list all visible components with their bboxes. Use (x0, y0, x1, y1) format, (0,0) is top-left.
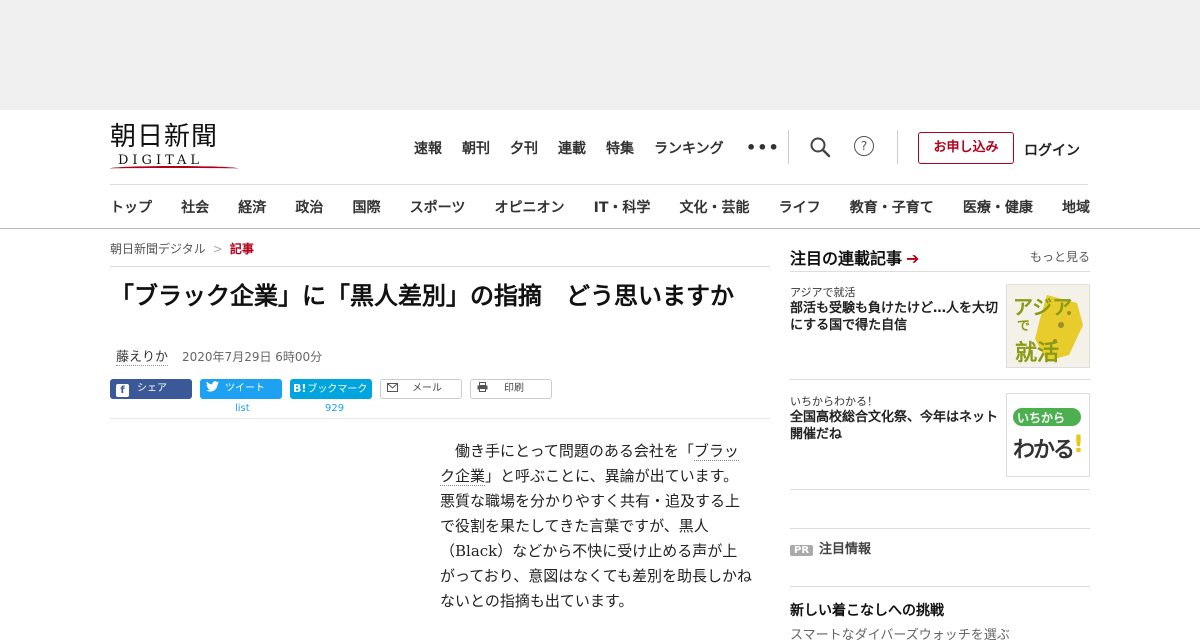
card-tag: いちからわかる！ (790, 395, 878, 408)
facebook-share-button[interactable]: f シェア (110, 379, 192, 399)
mail-icon (387, 380, 398, 398)
facebook-icon: f (116, 384, 129, 397)
facebook-share-label: シェア (137, 383, 167, 394)
pr-label: 注目情報 (819, 542, 872, 557)
cat-health[interactable]: 医療・健康 (963, 197, 1033, 217)
cat-sports[interactable]: スポーツ (410, 197, 466, 217)
divider (790, 379, 1090, 380)
hatena-bookmark-label: ブックマーク (307, 384, 368, 395)
pr-section-header: PR 注目情報 (790, 538, 871, 557)
category-nav: トップ 社会 経済 政治 国際 スポーツ オピニオン IT・科学 文化・芸能 ラ… (110, 197, 1090, 217)
divider (790, 271, 1090, 272)
thumb-text-3: 就活 (1015, 341, 1060, 366)
cat-culture[interactable]: 文化・芸能 (680, 197, 750, 217)
series-card[interactable]: アジアで就活 部活も受験も負けたけど…人を大切にする国で得た自信 アジア で 就… (790, 284, 1090, 368)
card-title: 全国高校総合文化祭、今年はネット開催だね (790, 410, 999, 442)
breadcrumb-home[interactable]: 朝日新聞デジタル (110, 242, 206, 256)
card-title: 部活も受験も負けたけど…人を大切にする国で得た自信 (790, 301, 999, 333)
thumb-text-1: いちから (1017, 411, 1066, 425)
divider (788, 130, 789, 164)
site-logo[interactable]: 朝日新聞 DIGITAL (110, 122, 240, 170)
twitter-icon (206, 379, 219, 399)
nav-choukan[interactable]: 朝刊 (462, 138, 490, 158)
article-title: 「ブラック企業」に「黒人差別」の指摘 どう思いますか (110, 282, 734, 310)
cat-it-science[interactable]: IT・科学 (594, 197, 651, 217)
site-header: 朝日新聞 DIGITAL 速報 朝刊 夕刊 連載 特集 ランキング ••• ? … (0, 110, 1200, 229)
thumb-text-2: わかる (1013, 438, 1075, 463)
arrow-right-icon: ➔ (906, 249, 920, 268)
login-link[interactable]: ログイン (1024, 140, 1080, 160)
print-label: 印刷 (504, 383, 524, 394)
pr-badge: PR (790, 545, 814, 556)
ad-banner-area (0, 0, 1200, 110)
cat-top[interactable]: トップ (110, 197, 152, 217)
pr-item-title[interactable]: 新しい着こなしへの挑戦 (790, 600, 944, 620)
twitter-count-link[interactable]: list (235, 403, 250, 414)
cat-region[interactable]: 地域 (1062, 197, 1090, 217)
print-button[interactable]: 印刷 (470, 379, 552, 399)
article-body: 働き手にとって問題のある会社を「ブラック企業」と呼ぶことに、異論が出ています。悪… (440, 439, 752, 614)
divider (790, 489, 1090, 490)
divider (790, 586, 1090, 587)
cat-society[interactable]: 社会 (181, 197, 209, 217)
hatena-bookmark-button[interactable]: B!ブックマーク (290, 379, 372, 399)
byline: 藤えりか 2020年7月29日 6時00分 (116, 346, 323, 366)
card-thumbnail: アジア で 就活 (1006, 284, 1090, 368)
card-thumbnail: いちから わかる ! (1006, 393, 1090, 477)
divider (790, 528, 1090, 529)
logo-wordmark: 朝日新聞 (110, 122, 219, 152)
share-buttons: f シェア ツイート list B!ブックマーク 929 メール 印刷 (110, 379, 770, 419)
nav-tokushu[interactable]: 特集 (606, 138, 634, 158)
hatena-count[interactable]: 929 (325, 403, 344, 414)
publish-date: 2020年7月29日 6時00分 (182, 350, 323, 364)
subscribe-button[interactable]: お申し込み (918, 132, 1014, 164)
mail-share-button[interactable]: メール (380, 379, 462, 399)
mail-label: メール (412, 383, 442, 394)
nav-yuukan[interactable]: 夕刊 (510, 138, 538, 158)
pr-item-subtitle[interactable]: スマートなダイバーズウォッチを選ぶ (790, 624, 1010, 643)
help-glyph: ? (854, 136, 874, 156)
divider (110, 418, 770, 419)
cat-economy[interactable]: 経済 (238, 197, 266, 217)
breadcrumb-separator: > (212, 242, 223, 256)
author-link[interactable]: 藤えりか (116, 350, 169, 366)
divider (897, 130, 898, 164)
cat-opinion[interactable]: オピニオン (494, 197, 564, 217)
cat-international[interactable]: 国際 (353, 197, 381, 217)
body-text-lead: 働き手にとって問題のある会社を「 (455, 442, 694, 460)
card-tag: アジアで就活 (790, 286, 856, 299)
sidebar-heading[interactable]: 注目の連載記事 ➔ (790, 245, 919, 269)
divider (110, 266, 770, 267)
cat-politics[interactable]: 政治 (295, 197, 323, 217)
help-icon[interactable]: ? (854, 136, 876, 158)
more-menu-icon[interactable]: ••• (746, 138, 780, 157)
breadcrumb-current: 記事 (229, 242, 254, 256)
hatena-icon: B! (293, 382, 307, 395)
logo-arc (110, 166, 238, 171)
nav-ranking[interactable]: ランキング (654, 138, 724, 158)
search-icon[interactable] (809, 136, 831, 158)
breadcrumb: 朝日新聞デジタル > 記事 (110, 240, 254, 257)
nav-divider (110, 184, 1088, 185)
nav-sokuho[interactable]: 速報 (414, 138, 442, 158)
cat-education[interactable]: 教育・子育て (850, 197, 934, 217)
thumb-text-2: で (1017, 319, 1031, 334)
thumb-text-3: ! (1073, 430, 1084, 458)
twitter-share-button[interactable]: ツイート (200, 379, 282, 399)
series-card[interactable]: いちからわかる！ 全国高校総合文化祭、今年はネット開催だね いちから わかる ! (790, 393, 1090, 477)
twitter-share-label: ツイート (225, 383, 265, 394)
body-text-rest: 」と呼ぶことに、異論が出ています。悪質な職場を分かりやすく共有・追及する上で役割… (440, 467, 753, 610)
top-nav: 速報 朝刊 夕刊 連載 特集 ランキング (414, 138, 724, 158)
print-icon (477, 380, 488, 398)
nav-rensai[interactable]: 連載 (558, 138, 586, 158)
cat-life[interactable]: ライフ (779, 197, 821, 217)
sidebar-heading-label: 注目の連載記事 (790, 249, 903, 268)
see-more-link[interactable]: もっと見る (1030, 248, 1090, 265)
